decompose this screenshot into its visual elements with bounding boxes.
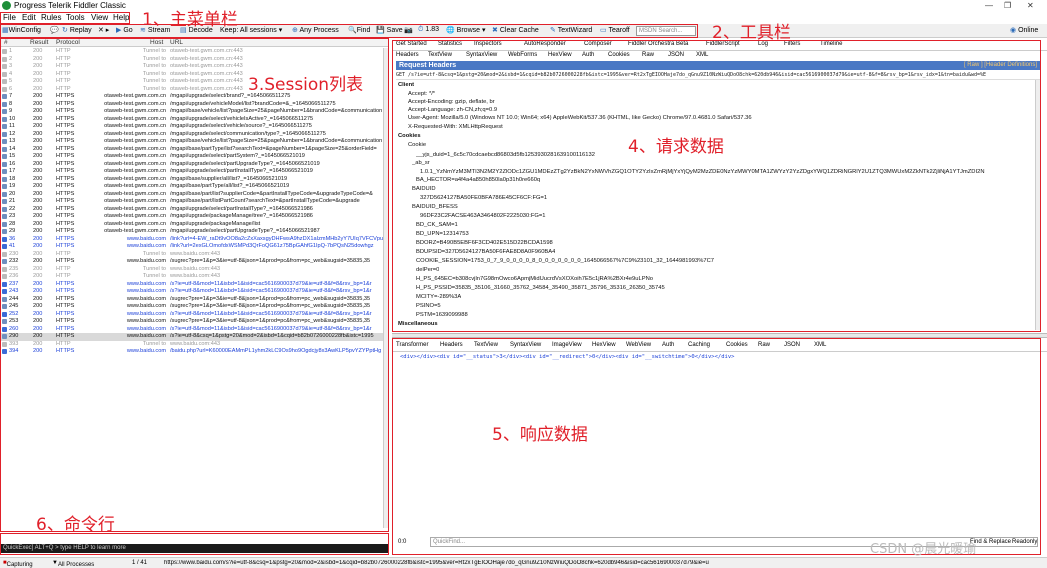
annotation-session-list: 3.Session列表	[248, 75, 364, 95]
command-highlight-box	[0, 533, 389, 555]
window-title: Progress Telerik Fiddler Classic	[14, 1, 126, 10]
online-indicator: ◉ Online	[1010, 26, 1038, 34]
annotation-command: 6、命令行	[36, 515, 115, 535]
process-filter-label: All Processes	[57, 562, 95, 568]
annotation-main-menu: 1、主菜单栏	[142, 10, 238, 30]
maximize-icon[interactable]: ❐	[1004, 1, 1011, 10]
minimize-icon[interactable]: —	[985, 1, 993, 10]
annotation-request: 4、请求数据	[628, 137, 724, 157]
annotation-toolbar: 2、工具栏	[712, 23, 791, 43]
toolbar-highlight-box	[0, 24, 698, 38]
online-icon: ◉	[1010, 27, 1017, 34]
status-url: https://www.baidu.com/s?ie=utf-8&csq=1&p…	[164, 560, 709, 566]
session-highlight-box	[0, 38, 389, 532]
capturing-toggle[interactable]: ■ Capturing	[3, 560, 33, 568]
annotation-response: 5、响应数据	[492, 425, 588, 445]
watermark: CSDN @晨光暖瑜	[870, 542, 977, 557]
menu-highlight-box	[0, 12, 130, 24]
fiddler-logo-icon	[2, 1, 11, 10]
process-filter[interactable]: ▼ All Processes	[52, 560, 94, 568]
capturing-label: Capturing	[6, 562, 33, 568]
close-icon[interactable]: ✕	[1027, 1, 1034, 10]
session-count: 1 / 41	[132, 560, 148, 566]
request-highlight-box	[392, 40, 1041, 332]
response-highlight-box	[392, 338, 1041, 555]
online-label: Online	[1018, 27, 1039, 34]
status-bar: ■ Capturing ▼ All Processes 1 / 41 https…	[0, 557, 1047, 568]
